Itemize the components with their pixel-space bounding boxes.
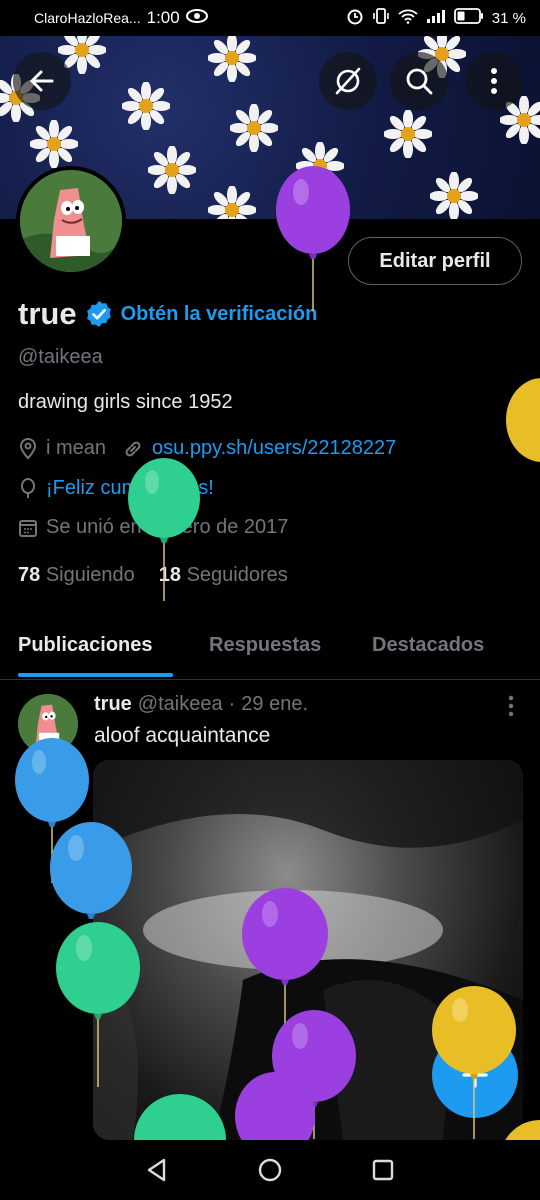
balloon-icon <box>21 477 35 498</box>
calendar-icon <box>19 519 37 537</box>
battery-percent: 31 % <box>491 9 526 27</box>
post-text: aloof acquaintance <box>94 724 271 747</box>
birthday-balloon-green <box>134 1094 226 1140</box>
daisy-flower <box>384 110 432 158</box>
location-pin-icon <box>19 437 37 459</box>
back-arrow-icon <box>30 70 54 92</box>
birthday-balloon-yellow <box>432 986 516 1139</box>
profile-handle: @taikeea <box>18 346 103 368</box>
slashed-circle-icon <box>335 67 361 95</box>
profile-avatar[interactable] <box>16 166 126 276</box>
daisy-flower <box>30 120 78 168</box>
post-more-button[interactable] <box>508 695 514 723</box>
eye-icon <box>185 8 208 28</box>
more-options-button[interactable] <box>465 52 523 110</box>
carrier-name: ClaroHazloRea... <box>34 10 141 26</box>
grok-button[interactable] <box>319 52 377 110</box>
daisy-flower <box>122 82 170 130</box>
profile-tabs: Publicaciones Respuestas Destacados <box>0 612 540 680</box>
post-separator: · <box>228 693 236 715</box>
tab-respuestas[interactable]: Respuestas <box>209 634 321 657</box>
daisy-flower <box>208 186 256 219</box>
birthday-balloon-green <box>56 922 140 1087</box>
active-tab-indicator <box>18 673 173 677</box>
daisy-flower <box>208 36 256 82</box>
location-text: i mean <box>46 437 107 459</box>
battery-icon <box>453 8 484 28</box>
birthday-balloon-purple <box>235 1072 315 1140</box>
tab-publicaciones[interactable]: Publicaciones <box>18 634 153 657</box>
alarm-icon <box>346 7 364 29</box>
more-vertical-icon <box>491 68 497 94</box>
clock: 1:00 <box>146 8 180 27</box>
birthday-balloon-green <box>128 458 200 601</box>
more-vertical-icon <box>508 695 514 717</box>
following-link[interactable]: 78 Siguiendo <box>18 564 135 587</box>
display-name: true <box>18 296 77 331</box>
search-icon <box>406 68 433 95</box>
tab-destacados[interactable]: Destacados <box>372 634 484 657</box>
back-triangle-icon[interactable] <box>144 1157 170 1183</box>
birthday-balloon-yellow <box>506 378 540 462</box>
vibrate-icon <box>372 7 390 29</box>
meta-location-website: i mean osu.ppy.sh/users/22128227 <box>18 437 396 460</box>
birthday-balloon-blue <box>50 822 132 919</box>
daisy-flower <box>148 146 196 194</box>
post-header: true @taikeea · 29 ene. <box>94 693 308 716</box>
name-row: true Obtén la verificación <box>18 296 317 332</box>
system-navigation-bar <box>0 1140 540 1200</box>
following-count: 78 <box>18 564 41 586</box>
daisy-flower <box>230 104 278 152</box>
daisy-flower <box>430 172 478 219</box>
status-bar: ClaroHazloRea... 1:00 31 % <box>0 0 540 36</box>
edit-profile-button[interactable]: Editar perfil <box>348 237 522 285</box>
recents-square-icon[interactable] <box>370 1157 396 1183</box>
birthday-balloon-yellow <box>505 1120 540 1140</box>
home-circle-icon[interactable] <box>257 1157 283 1183</box>
back-button[interactable] <box>13 52 71 110</box>
birthday-balloon-purple <box>276 166 350 311</box>
post-author-name[interactable]: true <box>94 693 132 716</box>
verified-badge-icon[interactable] <box>85 300 113 328</box>
signal-icon <box>426 9 446 27</box>
following-label: Siguiendo <box>45 564 135 586</box>
avatar-image <box>20 170 122 272</box>
post-author-handle: @taikeea <box>137 693 223 715</box>
wifi-icon <box>398 8 418 28</box>
search-button[interactable] <box>390 52 448 110</box>
post-date: 29 ene. <box>241 693 308 715</box>
profile-bio: drawing girls since 1952 <box>18 391 233 413</box>
